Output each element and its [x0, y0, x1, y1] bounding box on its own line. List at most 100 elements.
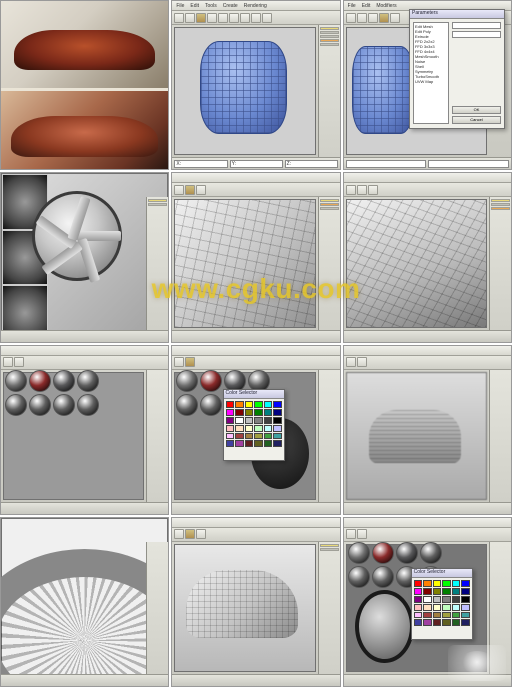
command-panel[interactable]: [318, 197, 340, 329]
color-swatch[interactable]: [433, 604, 442, 611]
material-sphere[interactable]: [29, 370, 51, 392]
panel-row[interactable]: [491, 203, 510, 206]
toolbar-button[interactable]: [218, 13, 228, 23]
color-swatch[interactable]: [226, 433, 235, 440]
color-swatch[interactable]: [414, 612, 423, 619]
menu-item[interactable]: Create: [223, 3, 238, 9]
color-swatch[interactable]: [226, 409, 235, 416]
color-swatch[interactable]: [254, 417, 263, 424]
menu-item[interactable]: Edit: [190, 3, 199, 9]
material-sphere[interactable]: [176, 370, 198, 392]
color-swatch[interactable]: [442, 580, 451, 587]
toolbar-button[interactable]: [185, 13, 195, 23]
material-sphere[interactable]: [372, 542, 394, 564]
command-panel[interactable]: [489, 542, 511, 674]
material-sphere[interactable]: [77, 370, 99, 392]
color-swatch[interactable]: [442, 596, 451, 603]
toolbar-button[interactable]: [174, 357, 184, 367]
material-sphere[interactable]: [372, 566, 394, 588]
color-swatch[interactable]: [226, 417, 235, 424]
viewport[interactable]: [1, 518, 168, 686]
color-swatch[interactable]: [452, 596, 461, 603]
color-swatch[interactable]: [264, 425, 273, 432]
panel-row[interactable]: [148, 203, 167, 206]
toolbar-button[interactable]: [346, 357, 356, 367]
material-sphere[interactable]: [53, 394, 75, 416]
color-swatch[interactable]: [414, 588, 423, 595]
menu-bar[interactable]: [1, 346, 168, 356]
modifier-list[interactable]: Edit Mesh Edit Poly Extrude FFD 2x2x2 FF…: [413, 22, 449, 124]
toolbar-button[interactable]: [196, 13, 206, 23]
color-swatch[interactable]: [245, 425, 254, 432]
toolbar-button[interactable]: [390, 13, 400, 23]
toolbar-button[interactable]: [185, 529, 195, 539]
command-panel[interactable]: [318, 25, 340, 157]
color-swatch[interactable]: [452, 580, 461, 587]
color-swatch[interactable]: [254, 433, 263, 440]
material-sphere[interactable]: [176, 394, 198, 416]
toolbar-button[interactable]: [357, 529, 367, 539]
color-swatch[interactable]: [273, 433, 282, 440]
menu-bar[interactable]: [344, 518, 511, 528]
menu-item[interactable]: Tools: [205, 3, 217, 9]
viewport[interactable]: [346, 372, 487, 500]
material-sphere[interactable]: [5, 394, 27, 416]
color-swatch[interactable]: [423, 604, 432, 611]
menu-bar[interactable]: [344, 173, 511, 183]
command-panel[interactable]: [146, 542, 168, 674]
main-toolbar[interactable]: [344, 528, 511, 542]
toolbar-button[interactable]: [357, 13, 367, 23]
color-swatch[interactable]: [254, 440, 263, 447]
main-toolbar[interactable]: [1, 356, 168, 370]
toolbar-button[interactable]: [346, 529, 356, 539]
color-swatch[interactable]: [433, 596, 442, 603]
toolbar-button[interactable]: [240, 13, 250, 23]
command-panel[interactable]: [318, 542, 340, 674]
status-field[interactable]: [346, 160, 427, 168]
color-swatch[interactable]: [264, 440, 273, 447]
main-toolbar[interactable]: [172, 183, 339, 197]
viewport[interactable]: [346, 199, 487, 327]
list-item[interactable]: UVW Map: [415, 79, 447, 84]
color-selector-dialog[interactable]: Color Selector: [223, 389, 285, 461]
panel-tab[interactable]: [320, 544, 339, 547]
toolbar-button[interactable]: [368, 185, 378, 195]
status-field[interactable]: [428, 160, 509, 168]
material-sphere[interactable]: [248, 370, 270, 392]
panel-row[interactable]: [320, 207, 339, 210]
color-swatch[interactable]: [452, 612, 461, 619]
color-swatch[interactable]: [414, 580, 423, 587]
viewport[interactable]: [174, 544, 315, 672]
command-panel[interactable]: [489, 197, 511, 329]
menu-item[interactable]: Edit: [362, 3, 371, 9]
material-sphere[interactable]: [29, 394, 51, 416]
color-swatch[interactable]: [273, 401, 282, 408]
color-swatch[interactable]: [235, 433, 244, 440]
menu-bar[interactable]: File Edit Tools Create Rendering: [172, 1, 339, 11]
color-swatch[interactable]: [461, 588, 470, 595]
command-panel[interactable]: [318, 370, 340, 502]
toolbar-button[interactable]: [196, 185, 206, 195]
color-swatch[interactable]: [226, 401, 235, 408]
toolbar-button[interactable]: [357, 185, 367, 195]
dialog-input[interactable]: [452, 31, 501, 38]
color-swatch[interactable]: [264, 433, 273, 440]
toolbar-button[interactable]: [14, 357, 24, 367]
color-swatch[interactable]: [442, 604, 451, 611]
toolbar-button[interactable]: [185, 357, 195, 367]
color-swatch[interactable]: [264, 409, 273, 416]
color-swatch[interactable]: [235, 401, 244, 408]
toolbar-button[interactable]: [262, 13, 272, 23]
color-swatch[interactable]: [433, 619, 442, 626]
cancel-button[interactable]: Cancel: [452, 116, 501, 124]
color-swatch[interactable]: [254, 401, 263, 408]
color-swatch[interactable]: [273, 417, 282, 424]
color-swatch[interactable]: [245, 433, 254, 440]
material-sphere[interactable]: [77, 394, 99, 416]
color-swatch[interactable]: [461, 612, 470, 619]
material-sphere[interactable]: [420, 542, 442, 564]
toolbar-button[interactable]: [174, 529, 184, 539]
toolbar-button[interactable]: [346, 185, 356, 195]
material-editor[interactable]: [5, 370, 99, 420]
panel-row[interactable]: [320, 203, 339, 206]
